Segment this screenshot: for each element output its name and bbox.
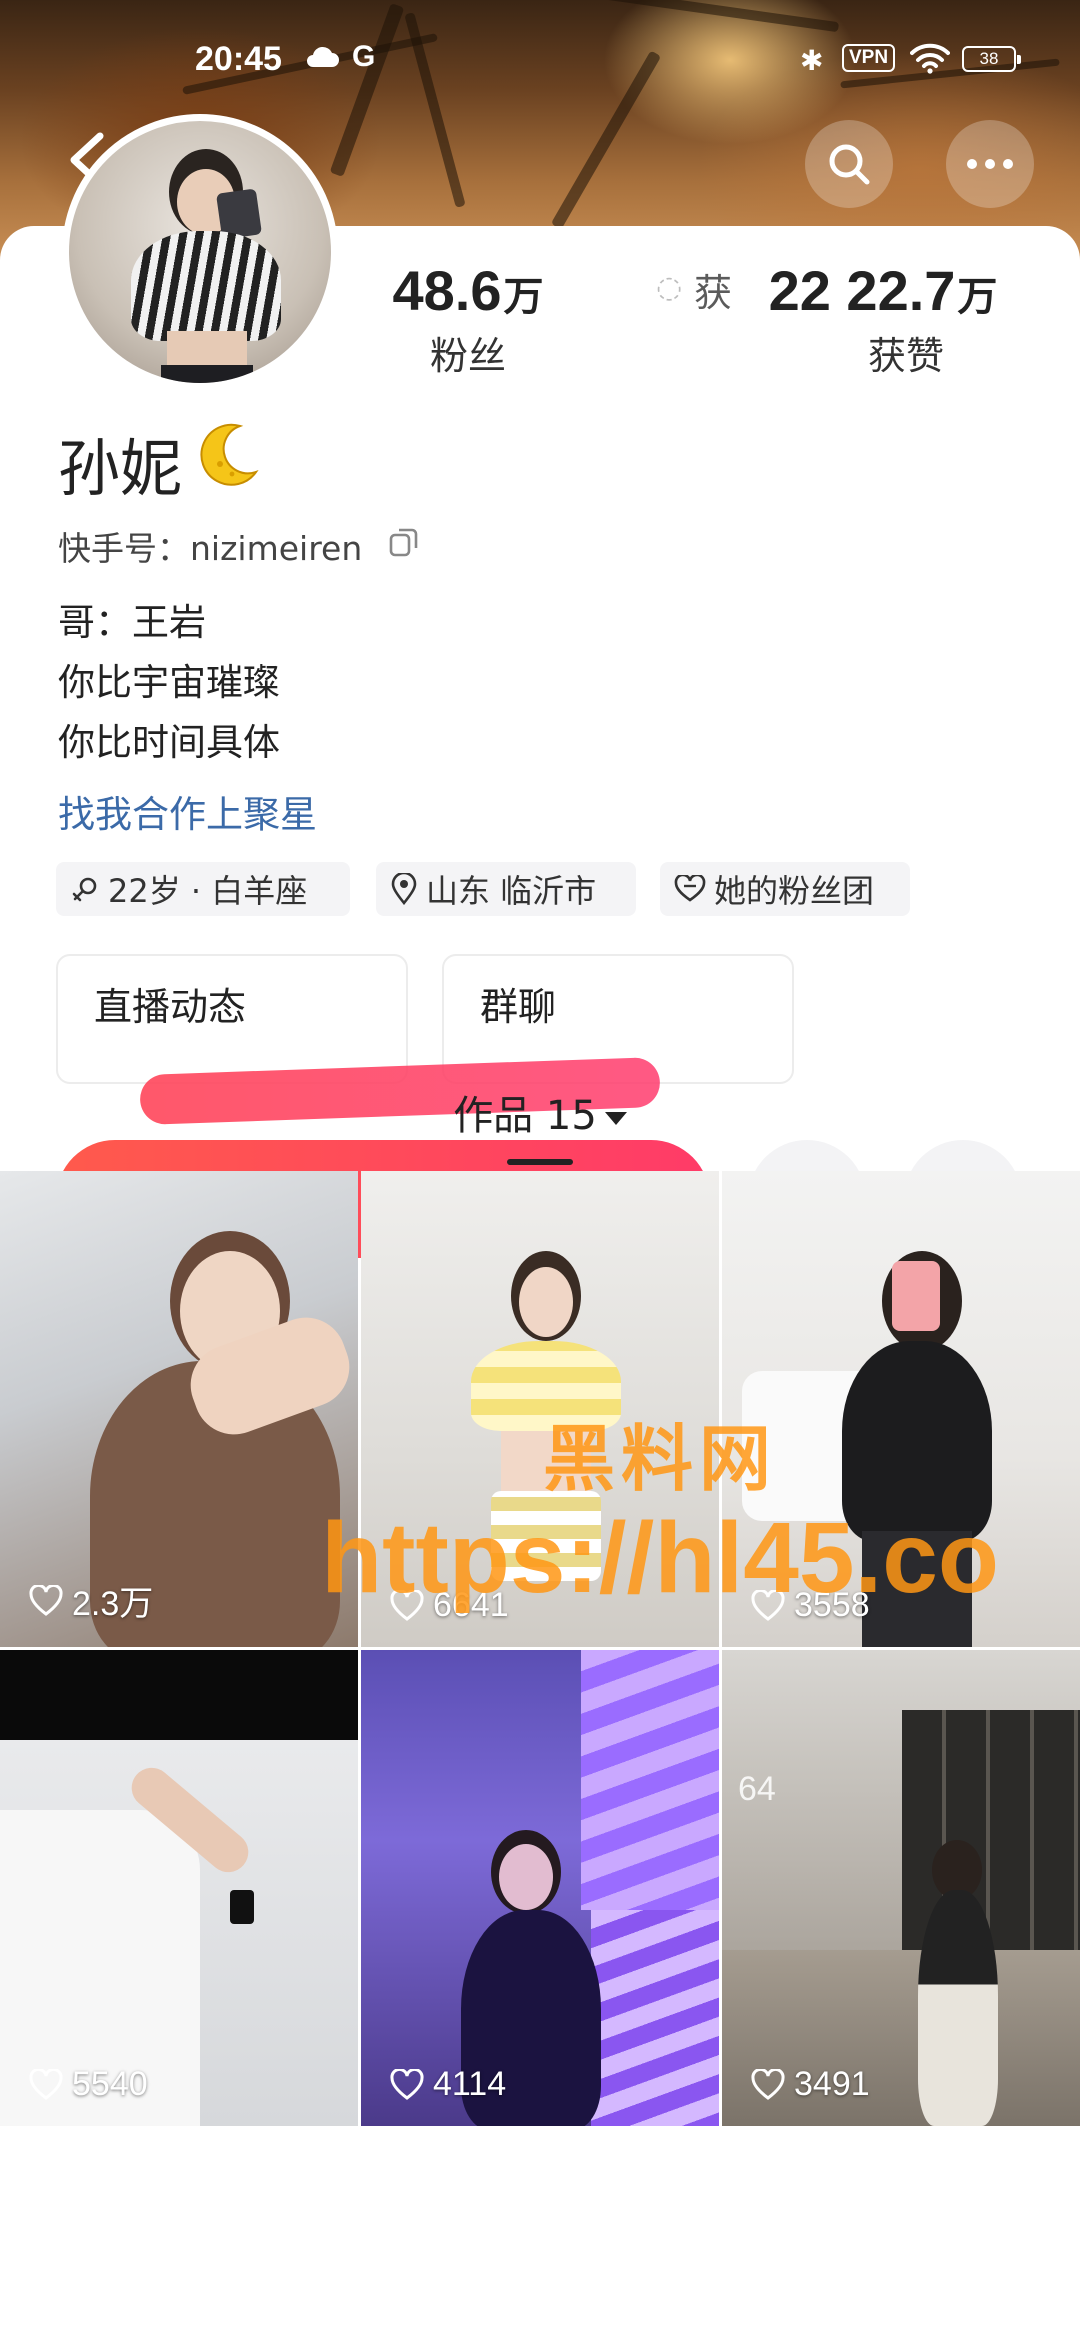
bio-line: 哥：王岩 — [58, 601, 206, 644]
more-dots-icon — [967, 159, 1013, 169]
like-count-text: 6641 — [433, 1586, 509, 1624]
like-count-text: 5540 — [72, 2065, 148, 2103]
heart-outline-icon — [29, 2068, 63, 2100]
like-count: 3491 — [750, 2065, 870, 2104]
like-count-text: 4114 — [433, 2065, 507, 2103]
likes-label: 获赞 — [867, 334, 944, 378]
bio-line: 你比宇宙璀璨 — [58, 661, 280, 704]
like-count-text: 3491 — [794, 2065, 870, 2103]
location-pin-icon — [391, 873, 417, 905]
live-feed-title: 直播动态 — [94, 985, 247, 1029]
faded-overlay-number: 64 — [738, 1770, 776, 1808]
likes-prefix: 获 — [694, 271, 733, 315]
like-count-text: 3558 — [794, 1586, 870, 1624]
search-icon — [829, 144, 870, 185]
like-count: 2.3万 — [28, 1576, 153, 1625]
like-count: 4114 — [389, 2065, 506, 2104]
like-count-text: 2.3万 — [72, 1585, 154, 1623]
profile-name: 孙妮 — [58, 432, 183, 505]
fan-group-tag[interactable]: 她的粉丝团 — [660, 862, 910, 916]
likes-stat[interactable]: 22 22.7万 获赞 — [748, 258, 1018, 380]
video-thumbnail[interactable]: 6641 — [361, 1171, 719, 1647]
video-thumbnail[interactable]: 64 3491 — [722, 1650, 1080, 2126]
heart-outline-icon — [751, 1589, 785, 1621]
avatar[interactable] — [62, 114, 338, 390]
fan-group-tag-text: 她的粉丝团 — [714, 872, 875, 910]
kwai-id-row: 快手号：nizimeiren — [58, 522, 362, 570]
fans-unit: 万 — [503, 275, 544, 319]
fans-count: 48.6 — [392, 259, 502, 322]
works-count: 15 — [545, 1093, 597, 1139]
bio-line: 你比时间具体 — [58, 721, 280, 764]
like-count: 3558 — [750, 1586, 870, 1625]
age-tag-text: 22岁 · 白羊座 — [108, 872, 308, 910]
location-tag-text: 山东 临沂市 — [426, 872, 597, 910]
search-button[interactable] — [805, 120, 893, 208]
likes-unit: 万 — [957, 275, 998, 319]
like-count: 5540 — [28, 2065, 148, 2104]
heart-outline-icon — [29, 1584, 63, 1616]
likes-ghost-icon: ◌ — [656, 270, 683, 305]
kwai-id-value: nizimeiren — [190, 529, 363, 568]
battery-indicator: 38 — [962, 46, 1021, 72]
group-chat-title: 群聊 — [480, 985, 557, 1029]
heart-outline-icon — [390, 2068, 424, 2100]
fans-stat[interactable]: 48.6万 粉丝 — [368, 258, 568, 380]
video-thumbnail[interactable]: 3558 — [722, 1171, 1080, 1647]
works-tab-label: 作品 — [453, 1093, 534, 1139]
network-type: G — [352, 40, 376, 73]
status-bar: 20:45 G ✱ VPN 38 — [0, 30, 1080, 90]
status-time: 20:45 — [195, 40, 282, 78]
likes-count: 22 22.7 — [768, 259, 956, 322]
moon-icon — [200, 423, 259, 486]
fans-label: 粉丝 — [429, 334, 506, 378]
wifi-icon — [910, 43, 950, 74]
heart-badge-icon — [674, 875, 706, 902]
collab-link[interactable]: 找我合作上聚星 — [58, 784, 317, 838]
like-count: 6641 — [389, 1586, 509, 1625]
video-thumbnail[interactable]: 2.3万 — [0, 1171, 358, 1647]
tab-indicator — [507, 1159, 573, 1165]
location-tag: 山东 临沂市 — [376, 862, 636, 916]
heart-outline-icon — [751, 2068, 785, 2100]
video-thumbnail[interactable]: 5540 — [0, 1650, 358, 2126]
bluetooth-icon: ✱ — [800, 44, 824, 77]
cloud-icon — [307, 46, 339, 67]
kwai-id-label: 快手号： — [58, 529, 190, 568]
tab-works[interactable]: 作品 15 — [0, 1083, 1080, 1141]
age-tag: 22岁 · 白羊座 — [56, 862, 350, 916]
caret-down-icon — [604, 1111, 627, 1125]
video-thumbnail[interactable]: 4114 — [361, 1650, 719, 2126]
live-feed-card[interactable]: 直播动态 — [56, 954, 408, 1084]
more-options-button[interactable] — [946, 120, 1034, 208]
copy-icon[interactable] — [388, 526, 420, 558]
heart-outline-icon — [390, 1589, 424, 1621]
vpn-badge: VPN — [842, 44, 896, 72]
female-icon — [72, 877, 97, 902]
